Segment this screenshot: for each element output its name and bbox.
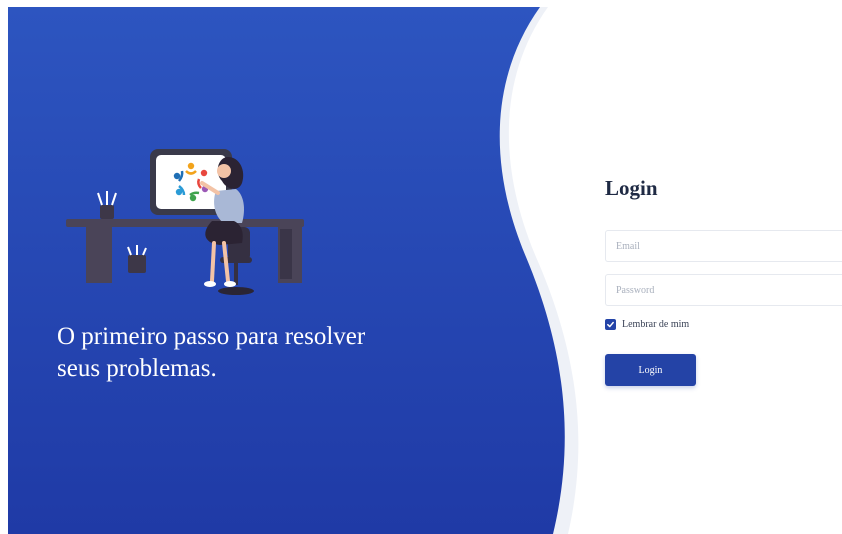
remember-me-option[interactable]: Lembrar de mim: [605, 319, 689, 330]
login-button[interactable]: Login: [605, 354, 696, 386]
password-field[interactable]: [605, 274, 842, 306]
hero-tagline: O primeiro passo para resolver seus prob…: [57, 323, 366, 382]
illustration-person-at-desk: [66, 149, 304, 295]
remember-me-label: Lembrar de mim: [622, 319, 690, 330]
check-icon: [607, 321, 614, 328]
app-frame: O primeiro passo para resolver seus prob…: [8, 7, 842, 534]
login-title: Login: [605, 176, 658, 200]
remember-me-checkbox[interactable]: [605, 319, 616, 330]
email-field[interactable]: [605, 230, 842, 262]
login-form: Login Lembrar de mim Login: [605, 175, 842, 386]
